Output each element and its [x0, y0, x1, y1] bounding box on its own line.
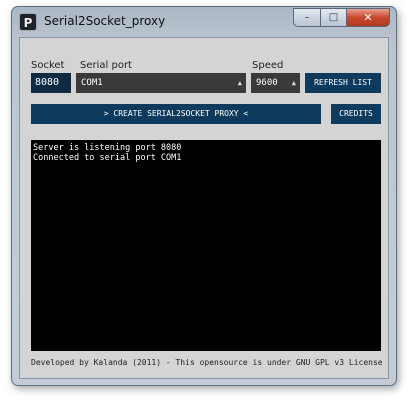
main-panel: Socket Serial port Speed 8080 COM1 ▲ 960…: [19, 37, 389, 379]
chevron-up-icon: ▲: [237, 79, 242, 87]
create-proxy-button[interactable]: > CREATE SERIAL2SOCKET PROXY <: [31, 104, 321, 124]
window-controls: – □ ✕: [293, 8, 390, 27]
serial-port-value: COM1: [81, 78, 103, 88]
socket-label: Socket: [31, 60, 65, 71]
credits-button[interactable]: CREDITS: [331, 104, 381, 124]
close-button[interactable]: ✕: [346, 8, 390, 27]
speed-label: Speed: [252, 60, 284, 71]
maximize-icon: □: [328, 12, 339, 23]
serial-port-label: Serial port: [80, 60, 132, 71]
title-bar[interactable]: P Serial2Socket_proxy – □ ✕: [12, 7, 396, 37]
footer-credits: Developed by Kalanda (2011) - This opens…: [31, 358, 383, 367]
app-window: P Serial2Socket_proxy – □ ✕ Socket Seria…: [11, 6, 397, 386]
socket-input[interactable]: 8080: [31, 73, 71, 93]
speed-select[interactable]: 9600 ▲: [251, 73, 300, 93]
log-console[interactable]: Server is listening port 8080 Connected …: [31, 140, 381, 351]
minimize-button[interactable]: –: [293, 8, 320, 27]
app-logo-icon: P: [19, 13, 37, 31]
speed-value: 9600: [256, 78, 278, 88]
minimize-icon: –: [304, 12, 310, 23]
close-icon: ✕: [363, 11, 373, 24]
refresh-list-button[interactable]: REFRESH LIST: [305, 73, 381, 93]
chevron-up-icon: ▲: [291, 79, 296, 87]
console-line: Server is listening port 8080: [33, 143, 182, 153]
serial-port-select[interactable]: COM1 ▲: [76, 73, 246, 93]
maximize-button[interactable]: □: [320, 8, 346, 27]
window-title: Serial2Socket_proxy: [44, 14, 166, 28]
console-line: Connected to serial port COM1: [33, 153, 182, 163]
